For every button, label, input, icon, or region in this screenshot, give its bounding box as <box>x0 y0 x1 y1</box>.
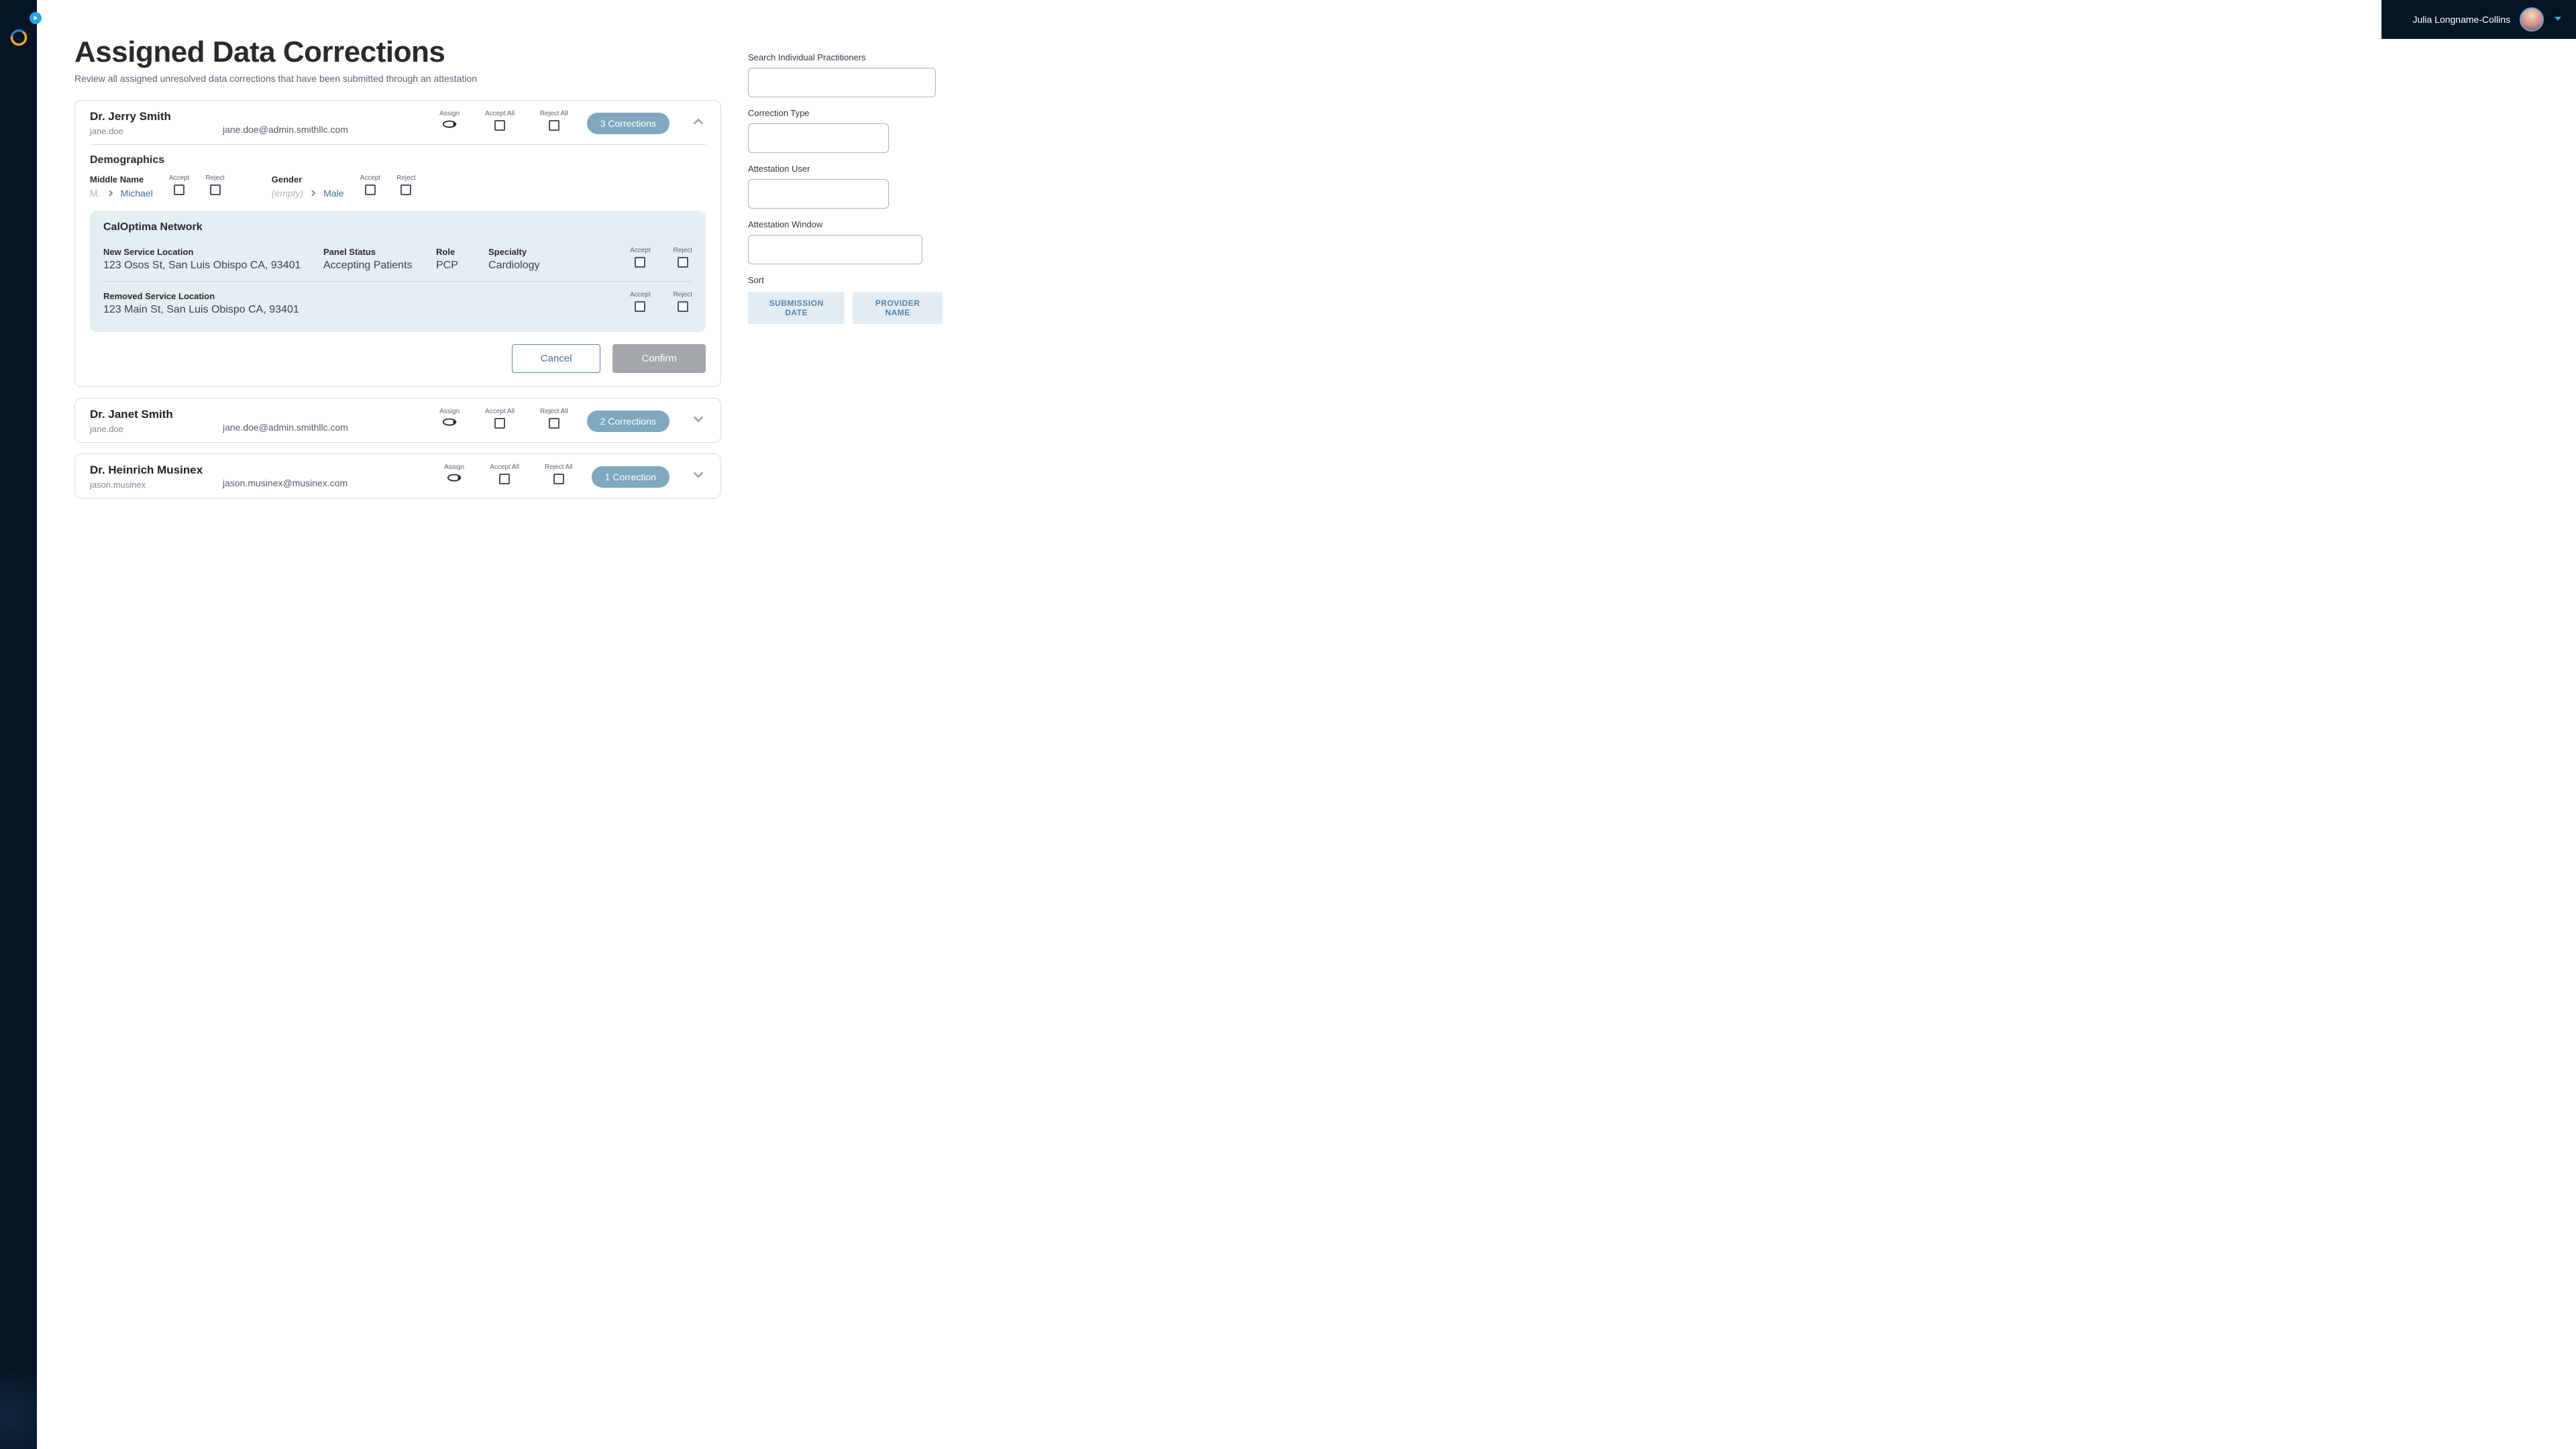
reject-all-checkbox[interactable] <box>549 120 559 131</box>
search-label: Search Individual Practitioners <box>748 52 943 62</box>
sort-label: Sort <box>748 275 943 285</box>
reject-all-label: Reject All <box>540 408 568 415</box>
assign-label: Assign <box>439 408 460 415</box>
net-value: 123 Main St, San Luis Obispo CA, 93401 <box>103 304 305 316</box>
accept-all-checkbox[interactable] <box>499 474 510 484</box>
correction-card: Dr. Janet Smith jane.doe jane.doe@admin.… <box>74 398 721 443</box>
confirm-button[interactable]: Confirm <box>612 344 706 373</box>
chevron-down-icon[interactable] <box>691 468 706 486</box>
accept-all-label: Accept All <box>485 110 515 117</box>
cancel-button[interactable]: Cancel <box>512 344 601 373</box>
new-value: Male <box>323 188 343 199</box>
network-title: CalOptima Network <box>103 221 692 233</box>
net-value: Accepting Patients <box>323 260 417 272</box>
accept-label: Accept <box>360 174 381 182</box>
reject-checkbox[interactable] <box>400 184 411 195</box>
arrow-right-icon <box>310 188 317 199</box>
search-input[interactable] <box>748 68 936 97</box>
reject-checkbox[interactable] <box>210 184 221 195</box>
chevron-down-icon <box>2553 14 2563 25</box>
accept-all-label: Accept All <box>485 408 515 415</box>
attestation-window-input[interactable] <box>748 235 922 264</box>
left-sidebar <box>0 0 37 1449</box>
provider-name: Dr. Heinrich Musinex <box>90 464 211 477</box>
app-logo-icon <box>9 28 28 47</box>
accept-all-checkbox[interactable] <box>494 120 505 131</box>
attestation-window-label: Attestation Window <box>748 219 943 229</box>
accept-all-label: Accept All <box>490 464 519 471</box>
user-menu[interactable]: Julia Longname-Collins <box>2381 0 2576 39</box>
reject-label: Reject <box>396 174 415 182</box>
net-label: Panel Status <box>323 247 417 257</box>
net-value: Cardiology <box>488 260 611 272</box>
accept-checkbox[interactable] <box>174 184 184 195</box>
accept-checkbox[interactable] <box>365 184 376 195</box>
corrections-badge: 3 Corrections <box>587 113 669 134</box>
provider-user: jane.doe <box>90 126 211 136</box>
play-badge-icon <box>30 12 42 24</box>
reject-checkbox[interactable] <box>678 301 688 312</box>
field-label: Middle Name <box>90 174 153 184</box>
old-value: M. <box>90 188 101 199</box>
provider-name: Dr. Janet Smith <box>90 408 211 421</box>
accept-label: Accept <box>630 247 651 254</box>
correction-type-input[interactable] <box>748 123 889 153</box>
assign-icon[interactable] <box>447 474 462 486</box>
accept-all-checkbox[interactable] <box>494 418 505 429</box>
accept-label: Accept <box>169 174 190 182</box>
net-value: PCP <box>436 260 470 272</box>
accept-checkbox[interactable] <box>635 257 645 268</box>
provider-user: jane.doe <box>90 424 211 434</box>
assign-icon[interactable] <box>442 120 457 133</box>
correction-card: Dr. Jerry Smith jane.doe jane.doe@admin.… <box>74 100 721 387</box>
user-name: Julia Longname-Collins <box>2412 14 2510 25</box>
reject-all-label: Reject All <box>540 110 568 117</box>
reject-label: Reject <box>674 247 692 254</box>
page-title: Assigned Data Corrections <box>74 39 721 69</box>
assign-icon[interactable] <box>442 418 457 431</box>
reject-all-label: Reject All <box>545 464 573 471</box>
reject-label: Reject <box>674 291 692 299</box>
corrections-badge: 2 Corrections <box>587 411 669 432</box>
divider <box>90 144 706 145</box>
correction-type-label: Correction Type <box>748 108 943 118</box>
net-label: Removed Service Location <box>103 291 305 301</box>
accept-label: Accept <box>630 291 651 299</box>
correction-card: Dr. Heinrich Musinex jason.musinex jason… <box>74 453 721 498</box>
provider-email: jane.doe@admin.smithllc.com <box>223 422 397 434</box>
provider-email: jason.musinex@musinex.com <box>223 478 397 490</box>
chevron-down-icon[interactable] <box>691 412 706 430</box>
demographics-title: Demographics <box>90 154 706 166</box>
avatar <box>2520 7 2544 32</box>
provider-user: jason.musinex <box>90 480 211 490</box>
corrections-badge: 1 Correction <box>592 466 669 488</box>
old-value: (empty) <box>272 188 303 199</box>
provider-email: jane.doe@admin.smithllc.com <box>223 124 397 136</box>
sidebar-decoration <box>0 1342 37 1449</box>
reject-all-checkbox[interactable] <box>553 474 564 484</box>
sort-provider-name-button[interactable]: PROVIDER NAME <box>853 292 943 324</box>
reject-all-checkbox[interactable] <box>549 418 559 429</box>
new-value: Michael <box>121 188 153 199</box>
net-value: 123 Osos St, San Luis Obispo CA, 93401 <box>103 260 305 272</box>
reject-checkbox[interactable] <box>678 257 688 268</box>
chevron-up-icon[interactable] <box>691 114 706 132</box>
topbar: Julia Longname-Collins <box>37 0 2576 39</box>
page-subtitle: Review all assigned unresolved data corr… <box>74 73 721 84</box>
sort-submission-date-button[interactable]: SUBMISSION DATE <box>748 292 845 324</box>
provider-name: Dr. Jerry Smith <box>90 110 211 123</box>
accept-checkbox[interactable] <box>635 301 645 312</box>
field-label: Gender <box>272 174 344 184</box>
net-label: New Service Location <box>103 247 305 257</box>
attestation-user-label: Attestation User <box>748 164 943 174</box>
reject-label: Reject <box>205 174 224 182</box>
assign-label: Assign <box>439 110 460 117</box>
attestation-user-input[interactable] <box>748 179 889 209</box>
filter-panel: Search Individual Practitioners Correcti… <box>748 39 969 1449</box>
net-label: Role <box>436 247 470 257</box>
net-label: Specialty <box>488 247 611 257</box>
assign-label: Assign <box>444 464 464 471</box>
arrow-right-icon <box>107 188 114 199</box>
